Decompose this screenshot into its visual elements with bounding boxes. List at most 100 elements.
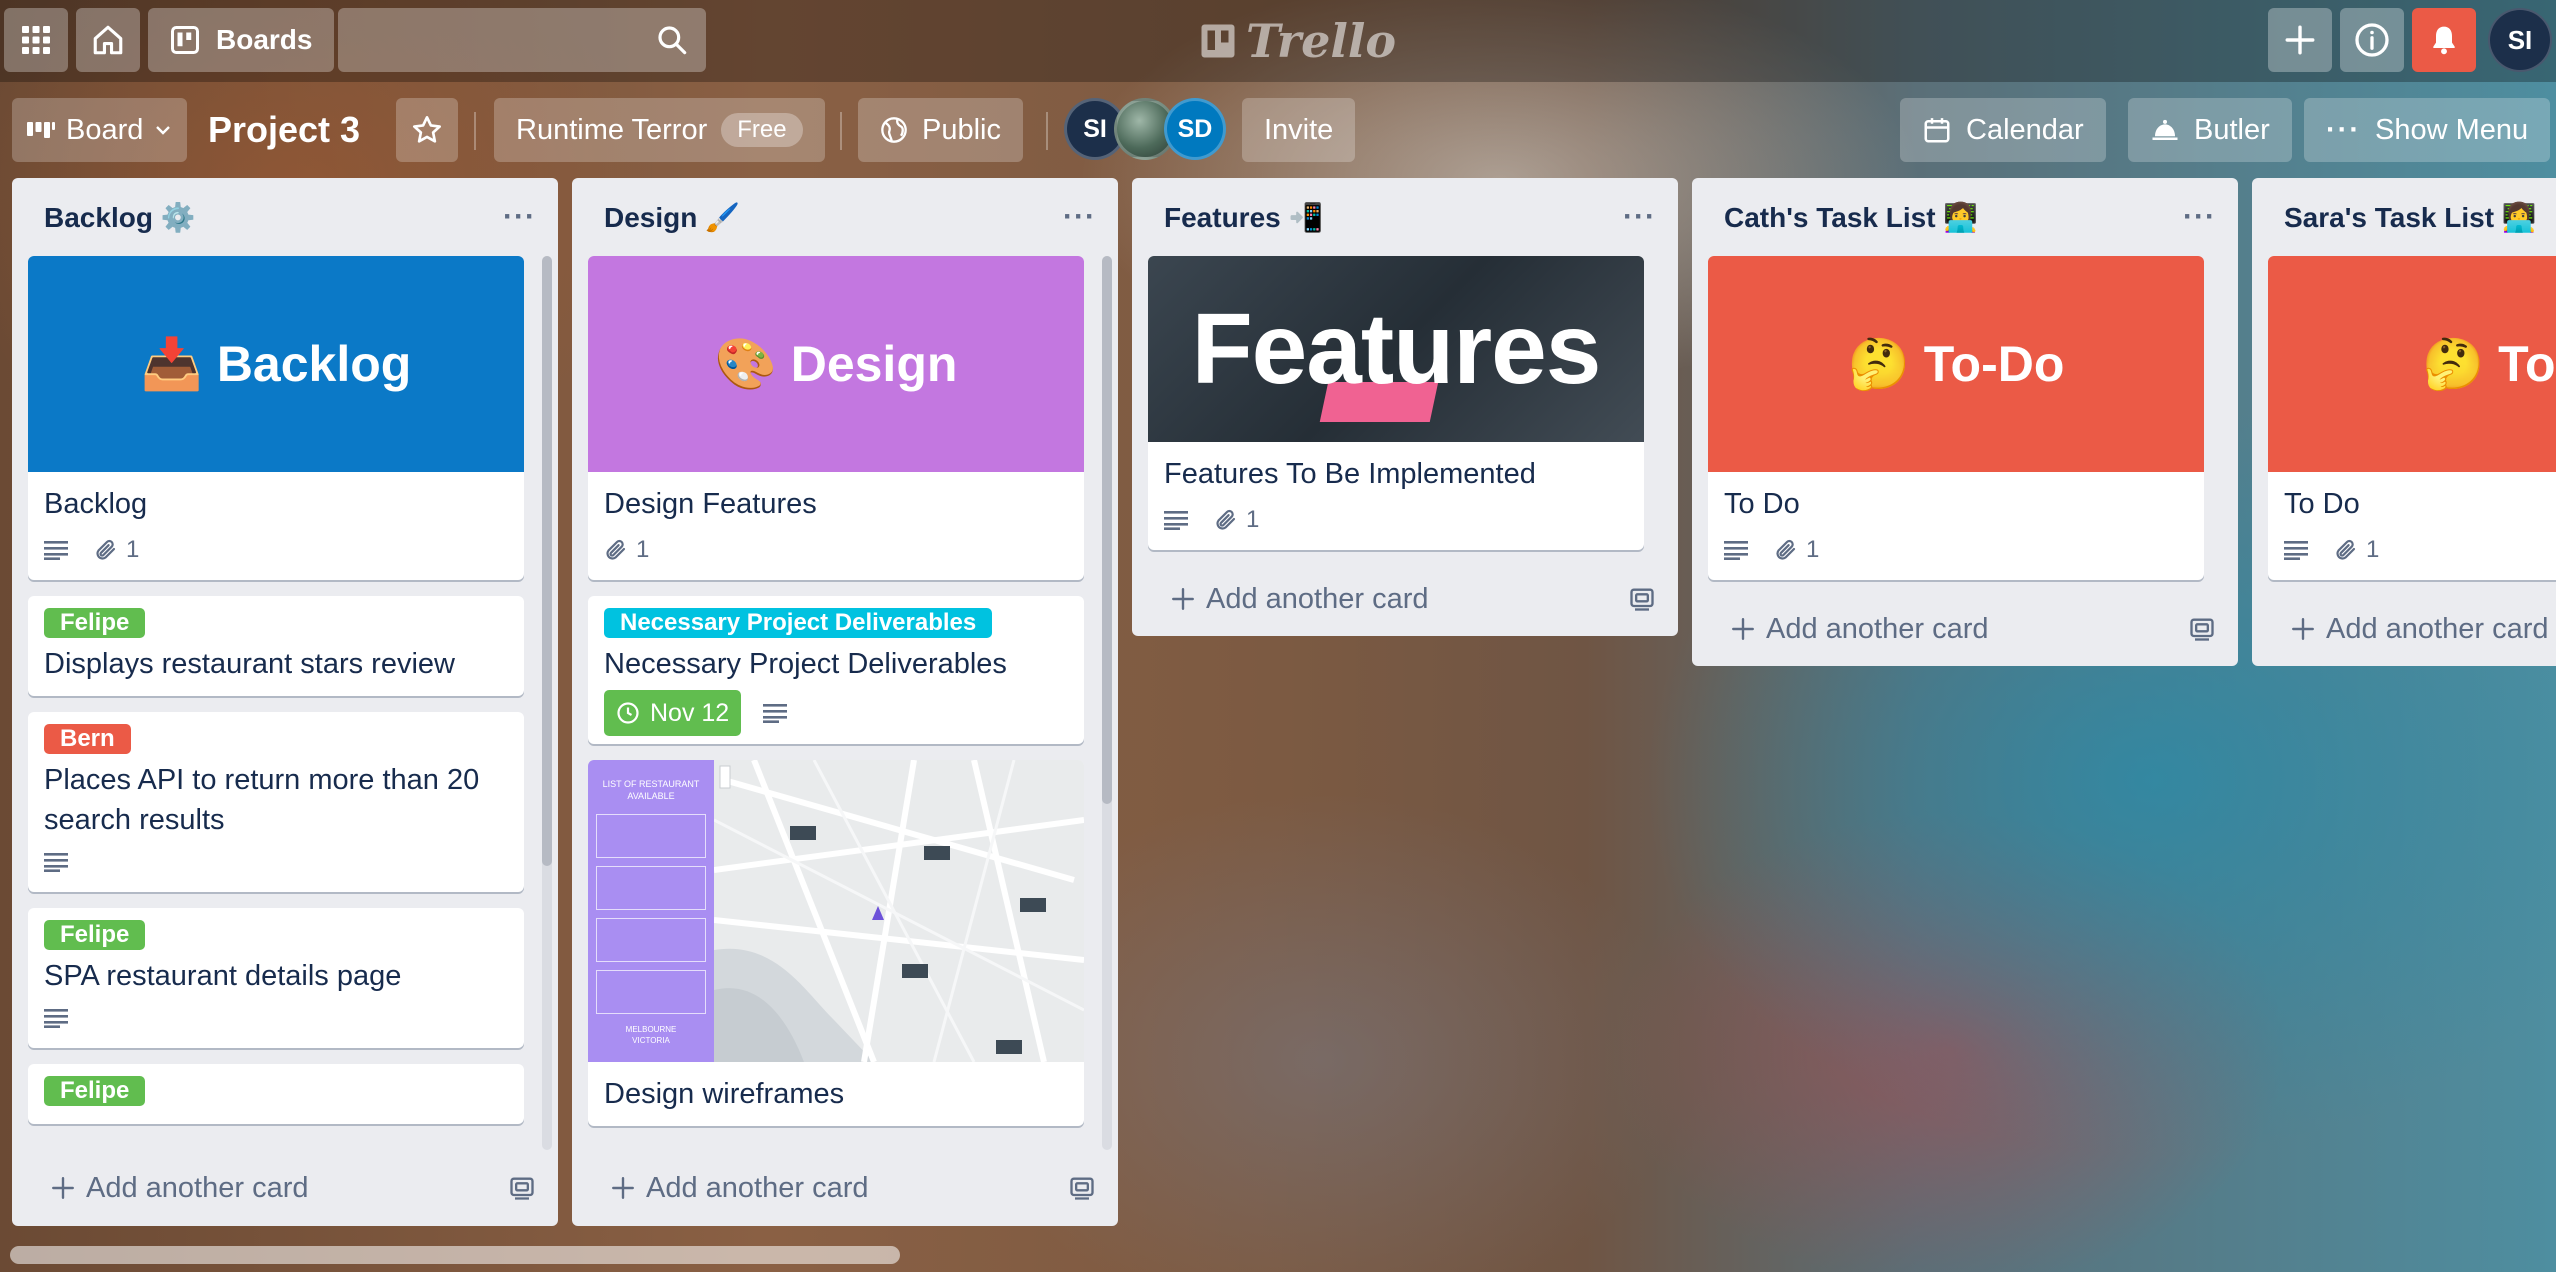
due-date-badge[interactable]: Nov 12: [604, 690, 742, 736]
team-button[interactable]: Runtime Terror Free: [494, 98, 825, 162]
member-avatar-sd[interactable]: SD: [1164, 98, 1226, 160]
list-design[interactable]: Design 🖌️ ··· 🎨 Design Design Features 1…: [572, 178, 1118, 1226]
card[interactable]: Features Features To Be Implemented 1: [1148, 256, 1644, 550]
card-cover: 📥 Backlog: [28, 256, 524, 472]
add-card-label: Add another card: [2326, 612, 2549, 645]
search-input[interactable]: [338, 8, 706, 72]
list-features[interactable]: Features 📲 ··· Features Features To Be I…: [1132, 178, 1678, 636]
card-cover-text: Features: [1191, 292, 1602, 405]
add-card-row: Add another card: [12, 1150, 558, 1226]
card[interactable]: Necessary Project Deliverables Necessary…: [588, 596, 1084, 744]
list-cath-tasks[interactable]: Cath's Task List 👩‍💻 ··· 🤔 To-Do To Do 1: [1692, 178, 2238, 666]
wireframe-list-item: [596, 866, 706, 910]
star-button[interactable]: [396, 98, 458, 162]
card-template-icon[interactable]: [2188, 616, 2216, 642]
card-label: Felipe: [44, 1076, 146, 1106]
description-icon: [44, 1008, 68, 1028]
wireframe-cover: LIST OF RESTAURANT AVAILABLE MELBOURNE V…: [588, 760, 1084, 1062]
trello-logo[interactable]: Trello: [1200, 14, 1396, 68]
list-menu-icon[interactable]: ···: [1623, 202, 1656, 232]
board-view-icon: [27, 122, 55, 138]
card-title: Displays restaurant stars review: [44, 648, 455, 680]
add-card-button[interactable]: Add another card: [2290, 613, 2548, 646]
list-title[interactable]: Design 🖌️: [604, 201, 740, 234]
card-list: Features Features To Be Implemented 1: [1132, 256, 1678, 550]
list-menu-icon[interactable]: ···: [1063, 202, 1096, 232]
card[interactable]: Bern Places API to return more than 20 s…: [28, 712, 524, 892]
butler-button[interactable]: Butler: [2128, 98, 2292, 162]
card-label: Necessary Project Deliverables: [604, 608, 993, 638]
board-horizontal-scrollbar[interactable]: [10, 1246, 900, 1264]
attachment-badge: 1: [1774, 536, 1819, 564]
card[interactable]: 🤔 To-D To Do 1: [2268, 256, 2556, 580]
card-title: To Do: [2284, 488, 2360, 520]
card[interactable]: Felipe SPA restaurant details page: [28, 908, 524, 1048]
search-field[interactable]: [338, 8, 706, 72]
butler-label: Butler: [2194, 113, 2270, 146]
wireframe-panel-title: LIST OF RESTAURANT AVAILABLE: [602, 779, 700, 801]
list-title[interactable]: Features 📲: [1164, 201, 1323, 234]
list-scrollbar[interactable]: [1102, 256, 1112, 1150]
card[interactable]: LIST OF RESTAURANT AVAILABLE MELBOURNE V…: [588, 760, 1084, 1126]
boards-button[interactable]: Boards: [148, 8, 335, 72]
board-title[interactable]: Project 3: [208, 104, 360, 156]
card-title: Necessary Project Deliverables: [604, 648, 1007, 680]
list-menu-icon[interactable]: ···: [503, 202, 536, 232]
card[interactable]: 🤔 To-Do To Do 1: [1708, 256, 2204, 580]
attachment-badge: 1: [1214, 506, 1259, 534]
board-view-switcher[interactable]: Board: [12, 98, 188, 162]
add-card-button[interactable]: Add another card: [50, 1172, 308, 1205]
add-card-button[interactable]: Add another card: [1730, 613, 1988, 646]
attachment-badge: 1: [94, 536, 139, 564]
list-scrollbar[interactable]: [542, 256, 552, 1150]
visibility-label: Public: [922, 113, 1001, 146]
plus-icon: [2292, 618, 2314, 640]
apps-switcher-button[interactable]: [4, 8, 68, 72]
description-icon: [44, 852, 68, 872]
list-title[interactable]: Sara's Task List 👩‍💻: [2284, 201, 2537, 234]
search-icon[interactable]: [656, 24, 688, 56]
list-header: Sara's Task List 👩‍💻 ···: [2252, 178, 2556, 256]
divider: [840, 112, 842, 150]
board-icon: [171, 26, 199, 54]
card-template-icon[interactable]: [1068, 1175, 1096, 1201]
add-card-button[interactable]: Add another card: [610, 1172, 868, 1205]
add-card-label: Add another card: [646, 1171, 869, 1204]
team-name: Runtime Terror: [516, 113, 708, 146]
home-button[interactable]: [76, 8, 140, 72]
card[interactable]: Felipe Displays restaurant stars review: [28, 596, 524, 696]
more-dots-icon: ···: [2326, 113, 2361, 146]
show-menu-label: Show Menu: [2374, 113, 2529, 146]
card-cover: 🎨 Design: [588, 256, 1084, 472]
invite-label: Invite: [1264, 113, 1334, 146]
info-button[interactable]: [2340, 8, 2404, 72]
card-label: Bern: [44, 724, 131, 754]
show-menu-button[interactable]: ··· Show Menu: [2304, 98, 2551, 162]
card-template-icon[interactable]: [508, 1175, 536, 1201]
user-avatar[interactable]: SI: [2488, 8, 2552, 72]
list-title[interactable]: Cath's Task List 👩‍💻: [1724, 201, 1978, 234]
scrollbar-thumb[interactable]: [1102, 256, 1112, 804]
attachment-count: 1: [126, 536, 140, 563]
list-header: Cath's Task List 👩‍💻 ···: [1692, 178, 2238, 256]
create-button[interactable]: [2268, 8, 2332, 72]
card[interactable]: Felipe: [28, 1064, 524, 1124]
list-sara-tasks[interactable]: Sara's Task List 👩‍💻 ··· 🤔 To-D To Do 1: [2252, 178, 2556, 666]
paperclip-icon: [1216, 509, 1236, 530]
paperclip-icon: [96, 539, 116, 560]
list-menu-icon[interactable]: ···: [2183, 202, 2216, 232]
notifications-button[interactable]: [2412, 8, 2476, 72]
add-card-label: Add another card: [1206, 582, 1429, 615]
scrollbar-thumb[interactable]: [542, 256, 552, 866]
list-backlog[interactable]: Backlog ⚙️ ··· 📥 Backlog Backlog 1 Felip…: [12, 178, 558, 1226]
card-template-icon[interactable]: [1628, 586, 1656, 612]
add-card-button[interactable]: Add another card: [1170, 583, 1428, 616]
invite-button[interactable]: Invite: [1242, 98, 1356, 162]
plan-badge: Free: [721, 113, 803, 147]
card[interactable]: 🎨 Design Design Features 1: [588, 256, 1084, 580]
list-title[interactable]: Backlog ⚙️: [44, 201, 196, 234]
card[interactable]: 📥 Backlog Backlog 1: [28, 256, 524, 580]
visibility-button[interactable]: Public: [858, 98, 1023, 162]
calendar-button[interactable]: Calendar: [1900, 98, 2106, 162]
card-cover: 🤔 To-D: [2268, 256, 2556, 472]
